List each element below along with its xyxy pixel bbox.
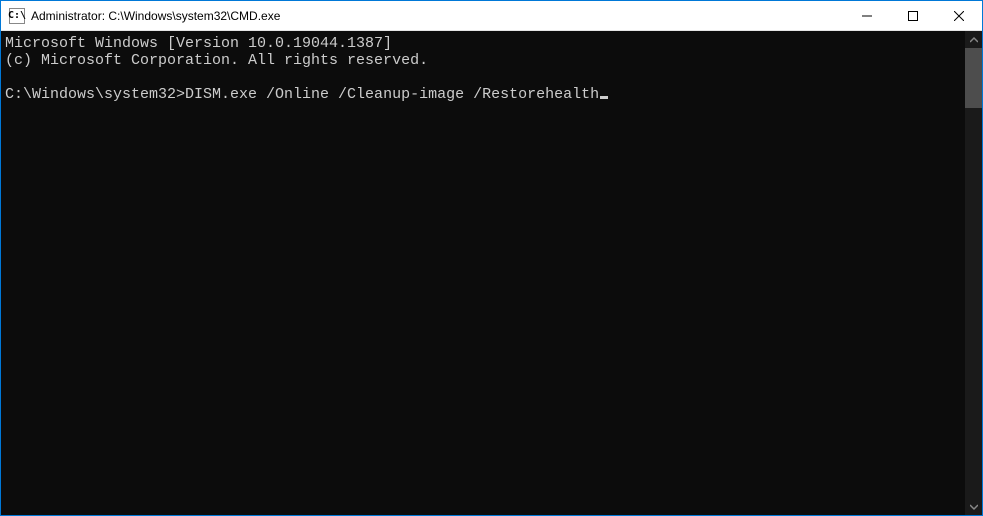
cmd-window: C:\ Administrator: C:\Windows\system32\C… [1,1,982,515]
close-icon [954,11,964,21]
scroll-up-button[interactable] [965,31,982,48]
window-controls [844,1,982,30]
maximize-button[interactable] [890,1,936,30]
app-icon: C:\ [9,8,25,24]
maximize-icon [908,11,918,21]
scroll-thumb[interactable] [965,48,982,108]
prompt-text: C:\Windows\system32> [5,86,185,103]
chevron-up-icon [970,36,978,44]
client-area: Microsoft Windows [Version 10.0.19044.13… [1,31,982,515]
banner-line-1: Microsoft Windows [Version 10.0.19044.13… [5,35,965,52]
banner-line-2: (c) Microsoft Corporation. All rights re… [5,52,965,69]
minimize-button[interactable] [844,1,890,30]
window-title: Administrator: C:\Windows\system32\CMD.e… [31,9,280,23]
app-icon-glyph: C:\ [8,11,26,21]
chevron-down-icon [970,503,978,511]
text-cursor [600,96,608,99]
titlebar[interactable]: C:\ Administrator: C:\Windows\system32\C… [1,1,982,31]
blank-line [5,69,965,86]
scroll-track[interactable] [965,48,982,498]
minimize-icon [862,11,872,21]
scroll-down-button[interactable] [965,498,982,515]
vertical-scrollbar[interactable] [965,31,982,515]
prompt-line: C:\Windows\system32>DISM.exe /Online /Cl… [5,86,965,103]
command-input[interactable]: DISM.exe /Online /Cleanup-image /Restore… [185,86,599,103]
terminal[interactable]: Microsoft Windows [Version 10.0.19044.13… [1,31,965,515]
close-button[interactable] [936,1,982,30]
